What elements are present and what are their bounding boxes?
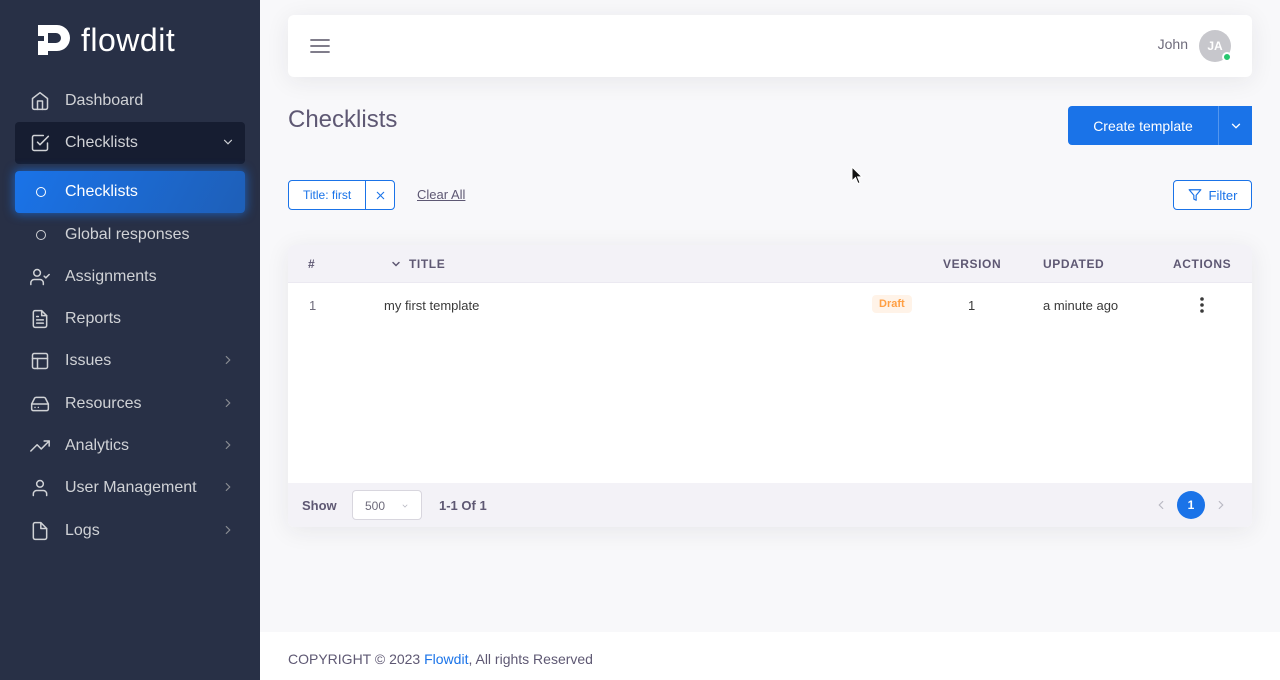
pagination-page-1[interactable]: 1 <box>1177 491 1205 519</box>
chevron-right-icon <box>225 525 231 534</box>
sidebar-item-reports[interactable]: Reports <box>15 298 245 340</box>
layout-icon <box>30 351 50 371</box>
sidebar-item-user-management[interactable]: User Management <box>15 467 245 509</box>
column-header-updated: UPDATED <box>1043 257 1105 271</box>
sidebar-item-global-responses[interactable]: Global responses <box>15 214 245 256</box>
create-template-dropdown-toggle[interactable] <box>1218 106 1252 145</box>
remove-filter-button[interactable] <box>365 181 394 209</box>
circle-icon <box>36 229 46 240</box>
sidebar-item-analytics[interactable]: Analytics <box>15 425 245 467</box>
checkbox-icon <box>30 133 50 153</box>
mouse-cursor-icon <box>851 166 863 185</box>
column-header-actions: ACTIONS <box>1173 257 1232 271</box>
pagination-range: 1-1 Of 1 <box>439 498 487 513</box>
sidebar-item-issues[interactable]: Issues <box>15 340 245 382</box>
more-vertical-icon[interactable] <box>1200 297 1204 313</box>
column-header-version: VERSION <box>943 257 1002 271</box>
chevron-down-icon <box>223 139 233 145</box>
sidebar-item-checklists[interactable]: Checklists <box>15 171 245 214</box>
sidebar-item-label: Dashboard <box>65 92 144 109</box>
sidebar-item-dashboard[interactable]: Dashboard <box>15 80 245 122</box>
active-filter-chip: Title: first <box>288 180 396 210</box>
chevron-down-icon <box>1231 123 1240 129</box>
filter-button[interactable]: Filter <box>1173 180 1252 210</box>
table-header: # TITLE VERSION UPDATED ACTIONS <box>288 245 1252 283</box>
sidebar-item-label: Assignments <box>65 267 157 285</box>
page-size-select[interactable]: 500 <box>352 490 422 520</box>
copyright-suffix: , All rights Reserved <box>468 651 593 667</box>
page-title: Checklists <box>288 106 398 133</box>
close-icon <box>376 191 384 199</box>
page-size-value: 500 <box>365 499 386 513</box>
row-title[interactable]: my first template <box>384 298 479 313</box>
sidebar-item-label: Resources <box>65 394 142 412</box>
sidebar-item-resources[interactable]: Resources <box>15 383 245 425</box>
home-icon <box>30 91 50 111</box>
file-icon <box>30 521 50 541</box>
circle-icon <box>36 187 46 198</box>
show-label: Show <box>302 498 337 513</box>
avatar[interactable]: JA <box>1199 30 1232 62</box>
page-footer: COPYRIGHT © 2023 Flowdit, All rights Res… <box>260 632 1280 680</box>
clear-all-link[interactable]: Clear All <box>417 187 465 202</box>
chevron-right-icon <box>225 440 231 450</box>
row-num: 1 <box>309 298 317 313</box>
create-template-button[interactable]: Create template <box>1068 118 1218 134</box>
sidebar-item-label: Issues <box>65 352 112 370</box>
sidebar-item-checklists-group[interactable]: Checklists <box>15 122 245 165</box>
row-updated: a minute ago <box>1043 298 1119 313</box>
avatar-initials: JA <box>1207 39 1223 53</box>
filter-icon <box>1188 189 1201 201</box>
flowdit-logo-icon <box>38 25 70 55</box>
copyright-text: COPYRIGHT © 2023 Flowdit, All rights Res… <box>288 651 593 667</box>
chevron-right-icon <box>225 356 231 365</box>
sidebar-item-label: Reports <box>65 310 122 328</box>
sort-chevron-down-icon[interactable] <box>390 258 402 270</box>
filter-button-label: Filter <box>1208 187 1238 203</box>
file-text-icon <box>30 309 50 329</box>
sidebar-item-logs[interactable]: Logs <box>15 510 245 552</box>
chevron-right-icon <box>225 398 231 407</box>
column-header-title[interactable]: TITLE <box>409 257 445 271</box>
sidebar-item-label: User Management <box>65 479 197 497</box>
brand-name: flowdit <box>81 22 176 58</box>
sidebar-item-label: Analytics <box>65 437 130 455</box>
sidebar-item-label: Checklists <box>65 183 138 201</box>
table-row[interactable]: 1 my first template Draft 1 a minute ago <box>288 283 1252 327</box>
chevron-left-icon[interactable] <box>1154 498 1168 512</box>
sidebar-nav: Dashboard Checklists Checklists Global r… <box>15 80 245 552</box>
brand-logo[interactable]: flowdit <box>35 22 175 58</box>
table-footer: Show 500 1-1 Of 1 1 <box>288 483 1252 527</box>
column-header-num: # <box>308 257 316 271</box>
trending-up-icon <box>30 436 50 456</box>
hard-drive-icon <box>30 394 50 414</box>
user-check-icon <box>30 267 50 287</box>
sidebar-item-label: Global responses <box>65 225 190 243</box>
chevron-right-icon <box>225 483 231 492</box>
status-badge: Draft <box>872 295 912 313</box>
checklists-table: # TITLE VERSION UPDATED ACTIONS 1 my fir… <box>288 245 1252 527</box>
flowdit-link[interactable]: Flowdit <box>424 651 468 667</box>
create-template-button-group: Create template <box>1068 106 1252 145</box>
chevron-right-icon[interactable] <box>1214 498 1228 512</box>
online-status-dot <box>1222 52 1232 62</box>
sidebar-item-label: Checklists <box>65 134 138 152</box>
sidebar-item-assignments[interactable]: Assignments <box>15 256 245 298</box>
user-icon <box>30 478 50 498</box>
sidebar: flowdit Dashboard Checklists Checklists … <box>0 0 260 680</box>
user-name[interactable]: John <box>1158 36 1188 52</box>
copyright-prefix: COPYRIGHT © 2023 <box>288 651 425 667</box>
top-navbar: John JA <box>288 15 1252 77</box>
filter-chip-label: Title: first <box>303 188 352 202</box>
sidebar-item-label: Logs <box>65 521 100 539</box>
chevron-down-icon <box>402 504 408 508</box>
menu-icon[interactable] <box>310 37 330 55</box>
row-version: 1 <box>968 298 976 313</box>
